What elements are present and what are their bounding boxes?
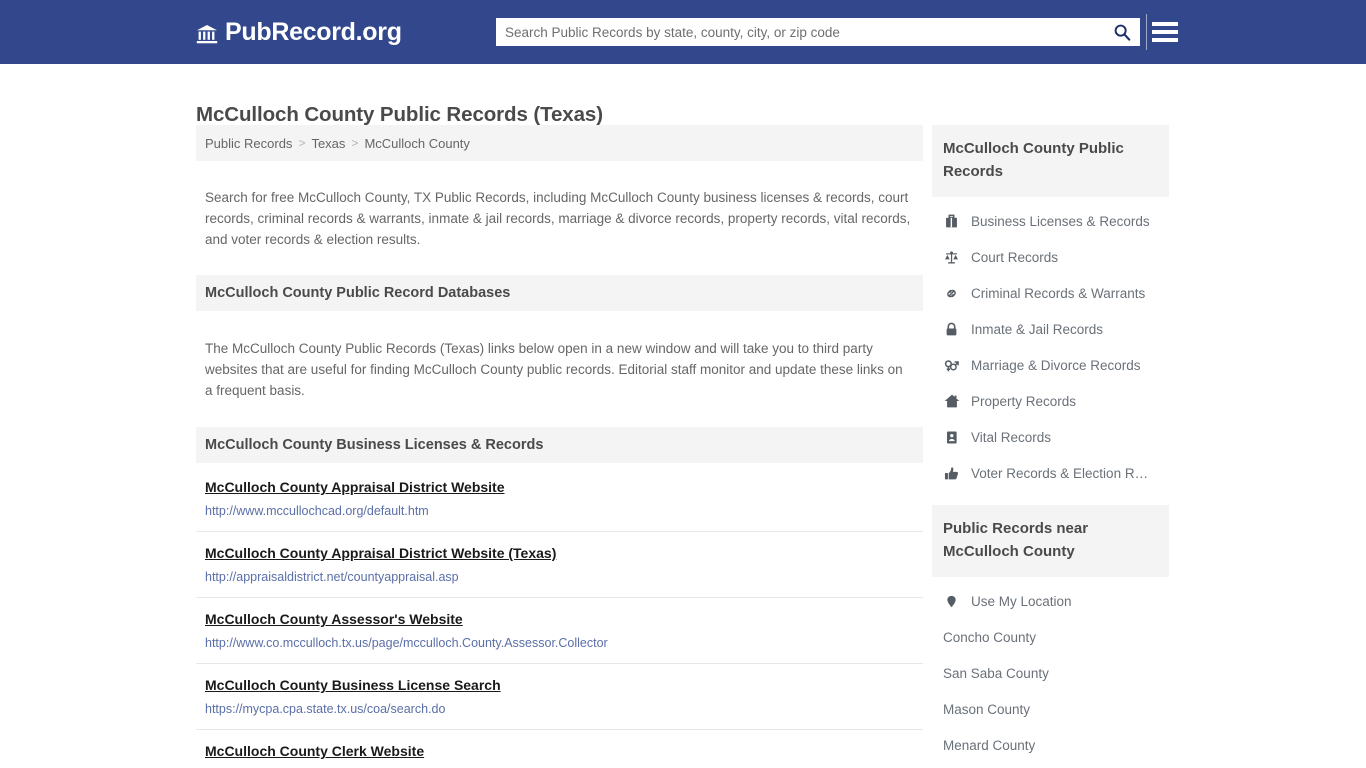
sidebar-item-vital-records[interactable]: Vital Records: [932, 419, 1169, 455]
sidebar-item-label: Court Records: [971, 249, 1059, 265]
sidebar-heading-records: McCulloch County Public Records: [932, 125, 1169, 197]
section-header-databases: McCulloch County Public Record Databases: [196, 275, 923, 311]
sidebar-item-label: Voter Records & Election R…: [971, 465, 1149, 481]
chain-link-icon: [943, 285, 960, 302]
link-row: McCulloch County Assessor's Website http…: [196, 598, 923, 664]
sidebar-item-label: Concho County: [943, 629, 1037, 645]
sidebar-item-business-licenses[interactable]: Business Licenses & Records: [932, 203, 1169, 239]
breadcrumb-separator: >: [351, 136, 359, 150]
breadcrumb: Public Records > Texas > McCulloch Count…: [196, 125, 923, 161]
sidebar-item-brown-county[interactable]: Brown County: [932, 763, 1169, 768]
sidebar-item-label: Vital Records: [971, 429, 1052, 445]
sidebar-nearby-list: Use My Location Concho County San Saba C…: [932, 577, 1169, 768]
menu-bar: [1152, 22, 1178, 26]
business-links-list: McCulloch County Appraisal District Webs…: [196, 465, 923, 768]
sidebar-item-label: Mason County: [943, 701, 1031, 717]
sidebar-item-concho-county[interactable]: Concho County: [932, 619, 1169, 655]
sidebar-item-label: Property Records: [971, 393, 1077, 409]
link-row: McCulloch County Appraisal District Webs…: [196, 465, 923, 532]
record-link-title[interactable]: McCulloch County Clerk Website: [205, 742, 424, 760]
record-link-title[interactable]: McCulloch County Business License Search: [205, 676, 501, 694]
search-button[interactable]: [1105, 19, 1139, 45]
site-logo[interactable]: PubRecord.org: [196, 20, 402, 45]
sidebar-item-mason-county[interactable]: Mason County: [932, 691, 1169, 727]
sidebar-item-use-my-location[interactable]: Use My Location: [932, 583, 1169, 619]
intro-paragraph: Search for free McCulloch County, TX Pub…: [205, 189, 911, 247]
bank-icon: [196, 23, 218, 45]
sidebar-heading-nearby: Public Records near McCulloch County: [932, 505, 1169, 577]
breadcrumb-item-public-records[interactable]: Public Records: [205, 136, 292, 151]
brand-name: PubRecord.org: [225, 18, 402, 46]
record-link-url[interactable]: http://www.co.mcculloch.tx.us/page/mccul…: [205, 636, 923, 651]
record-link-title[interactable]: McCulloch County Appraisal District Webs…: [205, 478, 505, 496]
sidebar-item-marriage-divorce-records[interactable]: Marriage & Divorce Records: [932, 347, 1169, 383]
thumbs-up-icon: [943, 465, 960, 482]
menu-bar: [1152, 30, 1178, 34]
sidebar-item-label: Menard County: [943, 737, 1036, 753]
sidebar-item-label: San Saba County: [943, 665, 1049, 681]
menu-bar: [1152, 38, 1178, 42]
sidebar: McCulloch County Public Records Business…: [932, 125, 1169, 768]
sidebar-item-label: Marriage & Divorce Records: [971, 357, 1141, 373]
breadcrumb-item-texas[interactable]: Texas: [311, 136, 345, 151]
search-input[interactable]: [497, 19, 1105, 45]
link-row: McCulloch County Appraisal District Webs…: [196, 532, 923, 598]
main-content: Public Records > Texas > McCulloch Count…: [196, 125, 923, 768]
sidebar-records-list: Business Licenses & Records Court Record…: [932, 197, 1169, 491]
link-row: McCulloch County Business License Search…: [196, 664, 923, 730]
hamburger-menu-icon[interactable]: [1150, 17, 1178, 47]
section-header-business-licenses: McCulloch County Business Licenses & Rec…: [196, 427, 923, 463]
databases-paragraph: The McCulloch County Public Records (Tex…: [205, 340, 903, 398]
record-link-url[interactable]: http://www.mccullochcad.org/default.htm: [205, 504, 923, 519]
sidebar-item-court-records[interactable]: Court Records: [932, 239, 1169, 275]
breadcrumb-separator: >: [298, 136, 306, 150]
id-card-icon: [943, 429, 960, 446]
search-icon: [1113, 23, 1131, 41]
briefcase-icon: [943, 213, 960, 230]
balance-scale-icon: [943, 249, 960, 266]
sidebar-item-voter-records[interactable]: Voter Records & Election R…: [932, 455, 1169, 491]
menu-divider: [1146, 14, 1147, 50]
home-icon: [943, 393, 960, 410]
record-link-url[interactable]: https://mycpa.cpa.state.tx.us/coa/search…: [205, 702, 923, 717]
sidebar-item-criminal-records[interactable]: Criminal Records & Warrants: [932, 275, 1169, 311]
sidebar-item-inmate-jail-records[interactable]: Inmate & Jail Records: [932, 311, 1169, 347]
sidebar-item-san-saba-county[interactable]: San Saba County: [932, 655, 1169, 691]
search-bar: [496, 18, 1140, 46]
sidebar-item-label: Use My Location: [971, 593, 1072, 609]
sidebar-item-label: Criminal Records & Warrants: [971, 285, 1146, 301]
page-title: McCulloch County Public Records (Texas): [196, 102, 603, 126]
map-pin-icon: [943, 593, 960, 610]
sidebar-item-property-records[interactable]: Property Records: [932, 383, 1169, 419]
record-link-url[interactable]: http://appraisaldistrict.net/countyappra…: [205, 570, 923, 585]
sidebar-item-label: Inmate & Jail Records: [971, 321, 1104, 337]
record-link-title[interactable]: McCulloch County Appraisal District Webs…: [205, 544, 556, 562]
sidebar-item-label: Business Licenses & Records: [971, 213, 1150, 229]
record-link-title[interactable]: McCulloch County Assessor's Website: [205, 610, 463, 628]
sidebar-item-menard-county[interactable]: Menard County: [932, 727, 1169, 763]
venus-mars-icon: [943, 357, 960, 374]
link-row: McCulloch County Clerk Website http://ww…: [196, 730, 923, 768]
breadcrumb-item-mcculloch-county: McCulloch County: [364, 135, 470, 151]
site-header: PubRecord.org: [0, 0, 1366, 64]
lock-icon: [943, 321, 960, 338]
